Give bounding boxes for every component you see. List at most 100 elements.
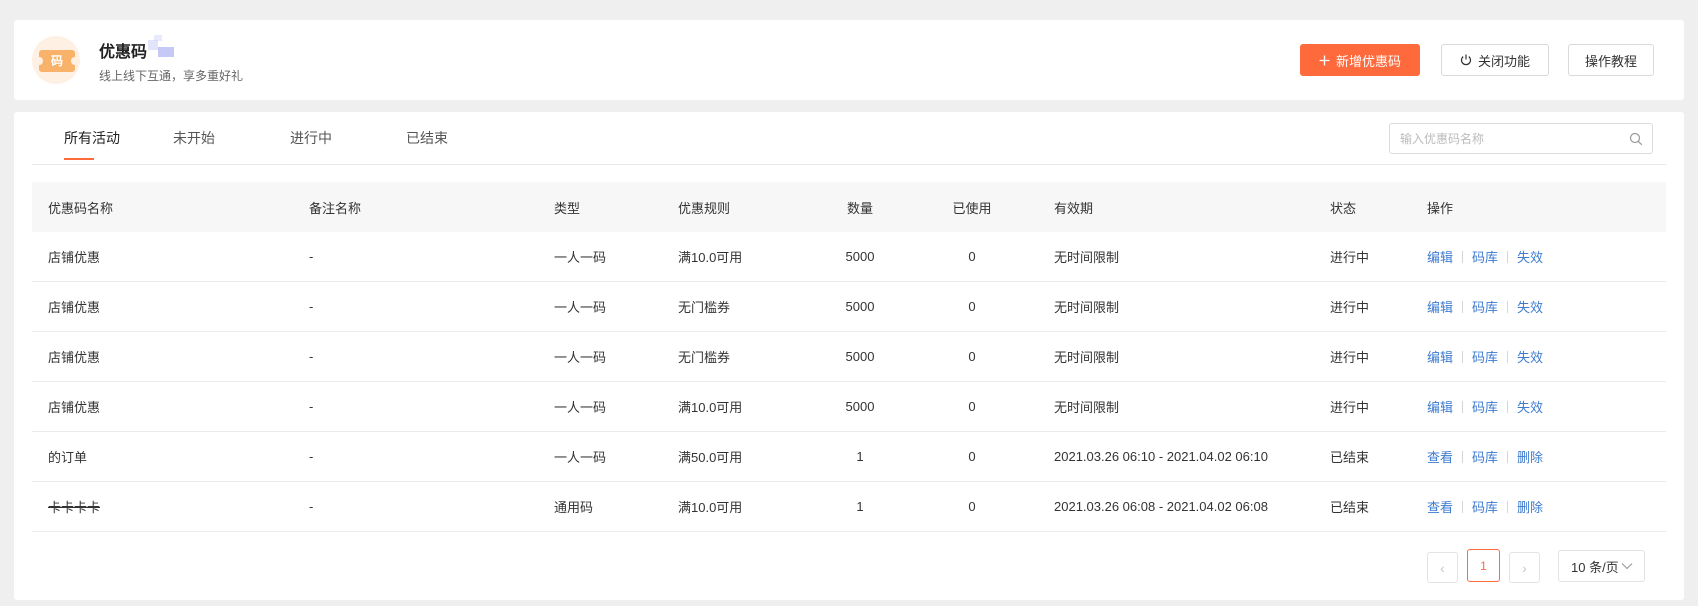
main-card: 所有活动 未开始 进行中 已结束 优惠码名称 备注名称 类型 优惠规则 数量 已…	[14, 112, 1684, 600]
column-header-validity: 有效期	[1054, 200, 1094, 216]
column-header-rule: 优惠规则	[678, 200, 731, 216]
cell-status: 进行中	[1330, 250, 1370, 265]
table-row: 店铺优惠 - 一人一码 无门槛券 5000 0 无时间限制 进行中 编辑 码库 失效	[32, 332, 1666, 382]
add-coupon-button[interactable]: 新增优惠码	[1300, 44, 1420, 76]
cell-used: 0	[968, 299, 976, 314]
title-decoration	[148, 35, 174, 57]
page-title: 优惠码	[99, 44, 148, 61]
row-action-link[interactable]: 删除	[1517, 447, 1543, 466]
cell-note: -	[309, 499, 314, 514]
row-action-link[interactable]: 查看	[1427, 497, 1453, 516]
page-number-button[interactable]: 1	[1467, 549, 1500, 582]
next-page-button[interactable]: ›	[1509, 552, 1540, 583]
action-divider	[1462, 400, 1464, 413]
table-row: 店铺优惠 - 一人一码 无门槛券 5000 0 无时间限制 进行中 编辑 码库 失效	[32, 282, 1666, 332]
row-action-link[interactable]: 失效	[1517, 247, 1543, 266]
cell-rule: 满10.0可用	[678, 500, 743, 515]
cell-status: 已结束	[1330, 450, 1370, 465]
table-body: 店铺优惠 - 一人一码 满10.0可用 5000 0 无时间限制 进行中 编辑 码库 失效 店铺优惠 -…	[32, 232, 1666, 532]
cell-validity: 无时间限制	[1054, 350, 1120, 365]
row-action-link[interactable]: 失效	[1517, 397, 1543, 416]
page-size-select[interactable]: 10 条/页	[1558, 550, 1645, 582]
action-divider	[1462, 450, 1464, 463]
close-feature-button[interactable]: 关闭功能	[1441, 44, 1549, 76]
row-action-link[interactable]: 失效	[1517, 347, 1543, 366]
cell-note: -	[309, 449, 314, 464]
table-row: 的订单 - 一人一码 满50.0可用 1 0 2021.03.26 06:10 - 2021…	[32, 432, 1666, 482]
cell-status: 进行中	[1330, 350, 1370, 365]
cell-validity: 2021.03.26 06:08 - 2021.04.02 06:08	[1054, 499, 1268, 514]
action-divider	[1462, 350, 1464, 363]
cell-name: 的订单	[48, 450, 88, 465]
cell-validity: 无时间限制	[1054, 300, 1120, 315]
search-input[interactable]	[1400, 129, 1620, 149]
cell-name: 店铺优惠	[48, 350, 101, 365]
table-row: 卡卡卡卡 - 通用码 满10.0可用 1 0 2021.03.26 06:08 - 2021…	[32, 482, 1666, 532]
row-action-link[interactable]: 编辑	[1427, 297, 1453, 316]
table-header: 优惠码名称 备注名称 类型 优惠规则 数量 已使用 有效期 状态 操作	[32, 182, 1666, 232]
action-divider	[1507, 500, 1509, 513]
row-action-link[interactable]: 码库	[1472, 497, 1498, 516]
tabs-divider	[32, 164, 1666, 165]
row-action-link[interactable]: 码库	[1472, 397, 1498, 416]
tab-in-progress[interactable]: 进行中	[290, 128, 332, 148]
cell-name: 店铺优惠	[48, 250, 101, 265]
tab-ended[interactable]: 已结束	[406, 128, 448, 148]
tab-all[interactable]: 所有活动	[64, 128, 120, 148]
cell-used: 0	[968, 399, 976, 414]
coupon-logo-icon: 码	[32, 36, 80, 84]
tutorial-button[interactable]: 操作教程	[1568, 44, 1654, 76]
action-divider	[1507, 400, 1509, 413]
search-icon[interactable]	[1629, 132, 1643, 146]
cell-status: 进行中	[1330, 400, 1370, 415]
cell-note: -	[309, 349, 314, 364]
action-divider	[1507, 350, 1509, 363]
coupon-table: 优惠码名称 备注名称 类型 优惠规则 数量 已使用 有效期 状态 操作 店铺优惠…	[32, 182, 1666, 532]
row-action-link[interactable]: 码库	[1472, 447, 1498, 466]
row-action-link[interactable]: 码库	[1472, 347, 1498, 366]
column-header-actions: 操作	[1427, 200, 1454, 216]
cell-status: 进行中	[1330, 300, 1370, 315]
row-action-link[interactable]: 查看	[1427, 447, 1453, 466]
action-divider	[1507, 250, 1509, 263]
row-action-link[interactable]: 失效	[1517, 297, 1543, 316]
cell-type: 一人一码	[554, 350, 607, 365]
cell-quantity: 1	[856, 449, 864, 464]
cell-name: 卡卡卡卡	[48, 500, 101, 515]
cell-type: 一人一码	[554, 250, 607, 265]
tutorial-label: 操作教程	[1584, 53, 1637, 69]
power-icon	[1460, 54, 1472, 66]
column-header-type: 类型	[554, 200, 581, 216]
column-header-note: 备注名称	[309, 200, 362, 216]
row-action-link[interactable]: 编辑	[1427, 347, 1453, 366]
action-divider	[1507, 450, 1509, 463]
row-action-link[interactable]: 码库	[1472, 247, 1498, 266]
plus-icon	[1319, 55, 1330, 65]
cell-validity: 2021.03.26 06:10 - 2021.04.02 06:10	[1054, 449, 1268, 464]
cell-type: 一人一码	[554, 400, 607, 415]
cell-name: 店铺优惠	[48, 300, 101, 315]
row-action-link[interactable]: 编辑	[1427, 247, 1453, 266]
header-card: 码 优惠码 线上线下互通，享多重好礼 新增优惠码 关闭功能 操作教程	[14, 20, 1684, 100]
row-actions: 编辑 码库 失效	[1427, 232, 1543, 281]
action-divider	[1462, 300, 1464, 313]
table-row: 店铺优惠 - 一人一码 满10.0可用 5000 0 无时间限制 进行中 编辑 码库 失效	[32, 232, 1666, 282]
cell-type: 一人一码	[554, 450, 607, 465]
cell-note: -	[309, 399, 314, 414]
cell-quantity: 5000	[845, 249, 875, 264]
search-box	[1389, 123, 1653, 154]
cell-rule: 无门槛券	[678, 350, 731, 365]
row-action-link[interactable]: 编辑	[1427, 397, 1453, 416]
tab-not-started[interactable]: 未开始	[173, 128, 215, 148]
cell-validity: 无时间限制	[1054, 400, 1120, 415]
cell-type: 通用码	[554, 500, 594, 515]
row-action-link[interactable]: 删除	[1517, 497, 1543, 516]
table-row: 店铺优惠 - 一人一码 满10.0可用 5000 0 无时间限制 进行中 编辑 码库 失效	[32, 382, 1666, 432]
cell-rule: 满10.0可用	[678, 250, 743, 265]
active-tab-indicator	[64, 158, 94, 160]
page-size-value: 10 条/页	[1571, 559, 1619, 575]
prev-page-button[interactable]: ‹	[1427, 552, 1458, 583]
row-action-link[interactable]: 码库	[1472, 297, 1498, 316]
row-actions: 查看 码库 删除	[1427, 432, 1543, 481]
cell-used: 0	[968, 449, 976, 464]
